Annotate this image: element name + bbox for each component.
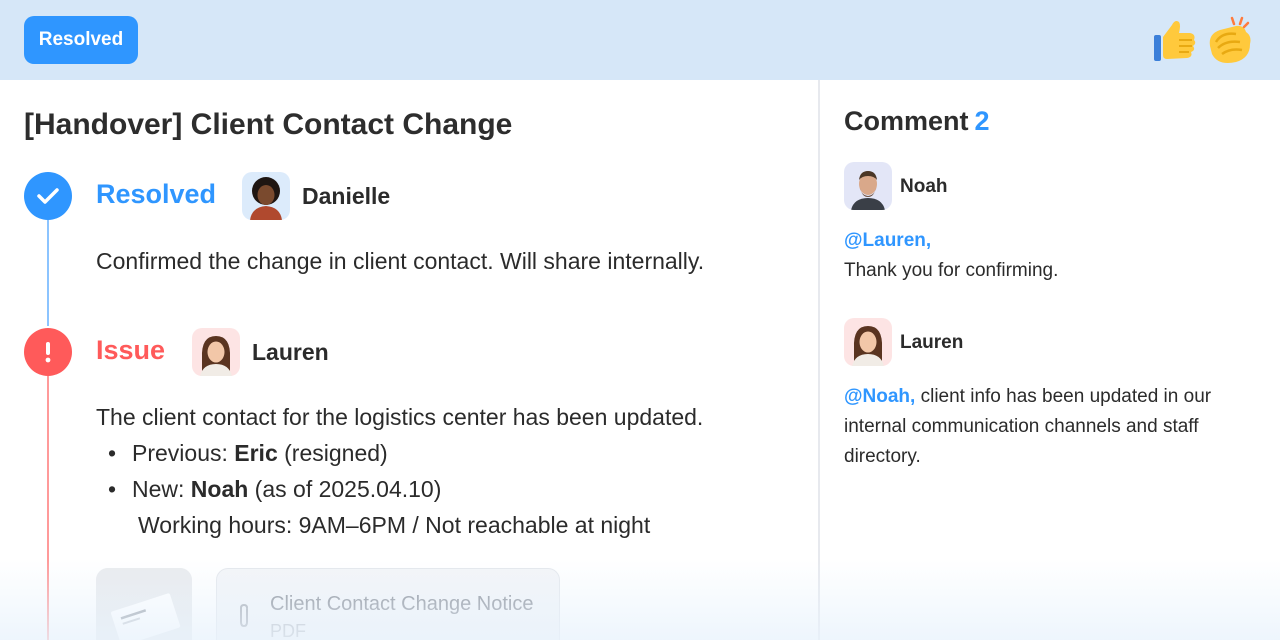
attachment-card[interactable]: Client Contact Change Notice PDF [216, 568, 560, 640]
timeline-note: Confirmed the change in client contact. … [96, 248, 705, 274]
comments-panel: Comment 2 Noah @Lauren, Thank you for conf… [820, 80, 1280, 640]
mention-link[interactable]: @Lauren, [844, 230, 931, 251]
ticket-title: [Handover] Client Contact Change [24, 108, 513, 141]
paperclip-icon [235, 603, 253, 634]
attachment-name: Client Contact Change Notice [270, 593, 534, 615]
avatar[interactable] [844, 162, 892, 210]
comment-count: 2 [974, 106, 990, 136]
comment-body: @Noah, client info has been updated in o… [844, 386, 1212, 467]
comment-author[interactable]: Lauren [900, 332, 963, 354]
clapping-hands-icon[interactable] [1202, 14, 1258, 68]
comment-body: @Lauren, Thank you for confirming. [844, 230, 1059, 281]
ticket-header: Resolved [0, 0, 1280, 80]
reactions-bar [1152, 14, 1258, 68]
check-icon [24, 172, 72, 220]
list-item: • New: Noah (as of 2025.04.10) [108, 476, 442, 502]
attachment-type: PDF [270, 621, 306, 640]
comments-heading: Comment 2 [844, 106, 990, 136]
timeline-author-name[interactable]: Lauren [252, 339, 329, 366]
mention-link[interactable]: @Noah, [844, 386, 915, 407]
business-card-thumbnail[interactable] [96, 568, 192, 640]
timeline-connector [47, 220, 49, 326]
working-hours-text: Working hours: 9AM–6PM / Not reachable a… [138, 512, 651, 538]
timeline-note: The client contact for the logistics cen… [96, 404, 704, 430]
timeline-status-label: Resolved [96, 179, 217, 209]
timeline-author-name[interactable]: Danielle [302, 183, 390, 210]
avatar[interactable] [192, 328, 240, 376]
avatar[interactable] [242, 172, 290, 220]
exclamation-icon [24, 328, 72, 376]
timeline-connector [47, 376, 49, 640]
list-item: • Previous: Eric (resigned) [108, 440, 388, 466]
comment-author[interactable]: Noah [900, 176, 948, 198]
timeline-status-label: Issue [96, 335, 166, 365]
ticket-detail-panel: [Handover] Client Contact Change Resolve… [0, 80, 819, 640]
avatar[interactable] [844, 318, 892, 366]
status-badge[interactable]: Resolved [24, 16, 138, 64]
thumbs-up-icon[interactable] [1152, 15, 1198, 67]
